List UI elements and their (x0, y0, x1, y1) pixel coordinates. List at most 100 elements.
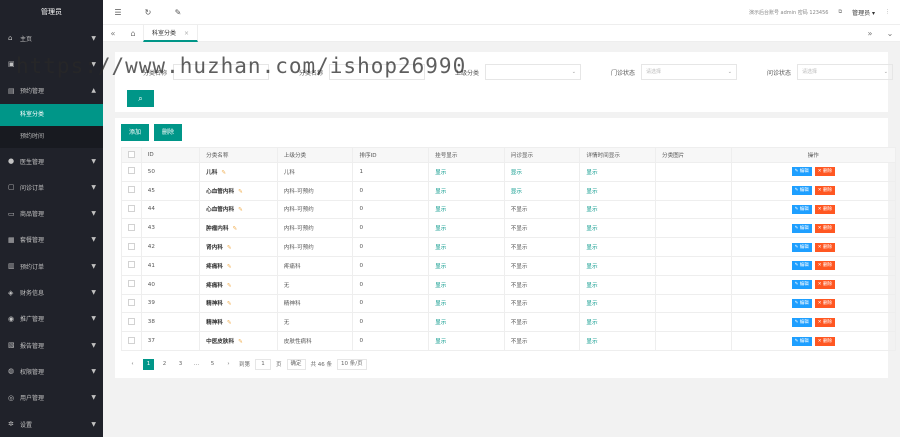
page-number[interactable]: 2 (159, 359, 170, 370)
sidebar-subitem[interactable]: 预约时间 (0, 126, 103, 148)
sidebar-item[interactable]: ● 医生管理 ▼ (0, 148, 103, 174)
edit-pencil-icon[interactable]: ✎ (233, 226, 238, 232)
fullscreen-icon[interactable]: ⧉ (838, 9, 842, 15)
menu-icon[interactable]: ☰ (103, 8, 133, 17)
edit-label: 编辑 (799, 319, 809, 325)
edit-button[interactable]: ✎ 编辑 (791, 336, 812, 346)
delete-row-button[interactable]: ✕ 删除 (814, 280, 835, 290)
select-all-checkbox[interactable] (128, 150, 135, 158)
row-checkbox[interactable] (128, 242, 135, 250)
header-notice: 演示后台账号 admin 密码 123456 (748, 9, 829, 16)
chevron-down-icon: ▼ (91, 157, 96, 165)
page-number[interactable]: 3 (175, 359, 186, 370)
edit-button[interactable]: ✎ 编辑 (791, 317, 812, 327)
edit-pencil-icon[interactable]: ✎ (221, 170, 226, 176)
cell-detail: 显示 (579, 199, 656, 220)
sidebar-item[interactable]: ▭ 商品管理 ▼ (0, 200, 103, 226)
broom-icon[interactable]: ✎ (163, 8, 193, 17)
home-tab-icon[interactable]: ⌂ (123, 29, 143, 38)
edit-button[interactable]: ✎ 编辑 (791, 223, 812, 233)
delete-button[interactable]: 删除 (154, 124, 183, 141)
delete-row-button[interactable]: ✕ 删除 (814, 204, 835, 214)
edit-pencil-icon[interactable]: ✎ (227, 245, 232, 251)
edit-button[interactable]: ✎ 编辑 (791, 242, 812, 252)
sidebar-item[interactable]: ◉ 推广管理 ▼ (0, 306, 103, 332)
edit-button[interactable]: ✎ 编辑 (791, 186, 812, 196)
cell-consult: 不显示 (503, 293, 581, 314)
tab-current[interactable]: 科室分类 × (143, 24, 199, 42)
sidebar-item[interactable]: ▦ 套餐管理 ▼ (0, 227, 103, 253)
edit-pencil-icon[interactable]: ✎ (238, 189, 243, 195)
edit-pencil-icon[interactable]: ✎ (227, 320, 232, 326)
tab-menu-icon[interactable]: ⌄ (880, 29, 900, 38)
edit-button[interactable]: ✎ 编辑 (791, 280, 812, 290)
edit-pencil-icon[interactable]: ✎ (227, 301, 232, 307)
page-number[interactable]: 5 (207, 359, 218, 370)
edit-button[interactable]: ✎ 编辑 (791, 167, 812, 177)
page-number[interactable]: 1 (143, 358, 154, 370)
row-checkbox[interactable] (128, 186, 135, 194)
cell-detail-text: 显示 (586, 301, 598, 308)
cell-detail: 显示 (579, 274, 656, 295)
delete-row-button[interactable]: ✕ 删除 (814, 242, 835, 252)
tab-next-icon[interactable]: » (860, 29, 880, 38)
row-checkbox[interactable] (128, 280, 135, 288)
goto-page-input[interactable]: 1 (255, 358, 272, 370)
sidebar-item[interactable]: ▤ 预约管理 ▲ (0, 78, 103, 104)
delete-row-button[interactable]: ✕ 删除 (814, 336, 835, 346)
refresh-icon[interactable]: ↻ (133, 8, 163, 17)
delete-row-button[interactable]: ✕ 删除 (814, 223, 835, 233)
edit-button[interactable]: ✎ 编辑 (791, 298, 812, 308)
edit-button[interactable]: ✎ 编辑 (791, 204, 812, 214)
edit-pencil-icon[interactable]: ✎ (238, 207, 243, 213)
delete-row-button[interactable]: ✕ 删除 (814, 298, 835, 308)
edit-pencil-icon[interactable]: ✎ (227, 264, 232, 270)
sidebar-item[interactable]: ◈ 财务信息 ▼ (0, 279, 103, 305)
goto-confirm-button[interactable]: 确定 (286, 358, 306, 370)
edit-pencil-icon[interactable]: ✎ (238, 339, 243, 345)
delete-row-button[interactable]: ✕ 删除 (814, 317, 835, 327)
sidebar-item[interactable]: ▧ 报告管理 ▼ (0, 332, 103, 358)
pagination: ‹ 1 2 3... 5 › 到第 1 页确定共 46 条 10 条/页 (115, 351, 888, 378)
row-checkbox[interactable] (128, 223, 135, 231)
add-button[interactable]: 添加 (121, 124, 150, 141)
more-icon[interactable]: ⋮ (885, 9, 890, 15)
delete-row-button[interactable]: ✕ 删除 (814, 186, 835, 196)
cell-parent-text: 精神科 (283, 301, 301, 308)
column-header[interactable]: ID (140, 147, 201, 163)
delete-row-button[interactable]: ✕ 删除 (814, 167, 835, 177)
chevron-down-icon: ▼ (91, 341, 96, 349)
sidebar-item[interactable]: ◍ 权限管理 ▼ (0, 358, 103, 384)
cell-name-text: 精神科 (206, 320, 223, 327)
next-page-icon[interactable]: › (223, 359, 234, 370)
edit-button[interactable]: ✎ 编辑 (791, 261, 812, 271)
cell-detail: 显示 (579, 162, 656, 182)
row-checkbox[interactable] (128, 167, 135, 175)
sidebar-item[interactable]: ◎ 用户管理 ▼ (0, 385, 103, 411)
tab-prev-icon[interactable]: « (103, 29, 123, 38)
sidebar-item[interactable]: ⌂ 主页 ▼ (0, 25, 103, 51)
sidebar-item[interactable]: ▢ 问诊订单 ▼ (0, 174, 103, 200)
edit-pencil-icon[interactable]: ✎ (227, 283, 232, 289)
user-menu[interactable]: 管理员 ▾ (852, 8, 875, 17)
row-checkbox[interactable] (128, 317, 135, 325)
search-select[interactable]: 请选择 (641, 64, 737, 80)
sidebar-item[interactable]: ▥ 预约订单 ▼ (0, 253, 103, 279)
sidebar-item[interactable]: ✲ 设置 ▼ (0, 411, 103, 437)
cell-sort: 0 (352, 180, 430, 201)
search-select[interactable]: 请选择 (797, 64, 893, 80)
prev-page-icon[interactable]: ‹ (127, 359, 138, 370)
sidebar-subitem[interactable]: 科室分类 (0, 103, 103, 126)
row-checkbox[interactable] (128, 298, 135, 306)
row-checkbox[interactable] (128, 261, 135, 269)
sidebar-item-label: 设置 (20, 421, 33, 429)
search-button[interactable]: ⌕ (127, 90, 154, 107)
row-checkbox[interactable] (128, 336, 135, 344)
row-checkbox-cell (121, 218, 142, 239)
row-checkbox[interactable] (128, 204, 135, 212)
cell-actions: ✎ 编辑 ✕ 删除 (730, 162, 897, 182)
page-size-select[interactable]: 10 条/页 (337, 358, 367, 370)
delete-row-button[interactable]: ✕ 删除 (814, 261, 835, 271)
close-icon[interactable]: × (184, 30, 189, 37)
search-select[interactable] (485, 64, 581, 80)
